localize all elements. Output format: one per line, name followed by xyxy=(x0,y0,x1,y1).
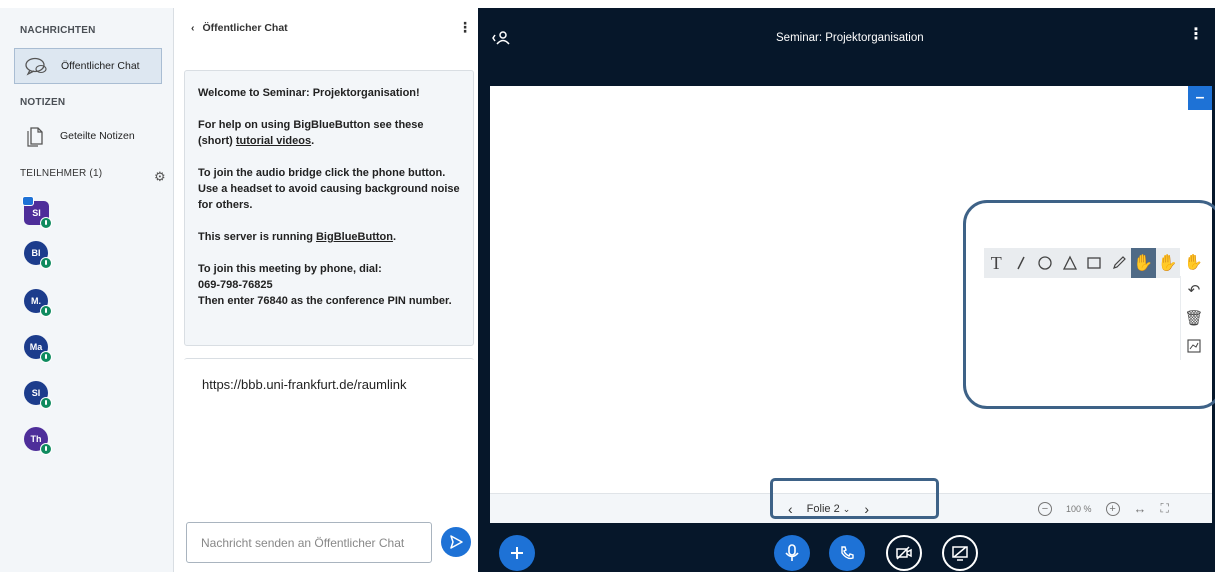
welcome-message: Welcome to Seminar: Projektorganisation!… xyxy=(184,70,474,346)
public-chat-label: Öffentlicher Chat xyxy=(61,60,140,72)
microphone-icon xyxy=(40,305,52,317)
room-link-text: https://bbb.uni-frankfurt.de/raumlink xyxy=(180,360,478,450)
fit-width-button[interactable]: ↔ xyxy=(1134,501,1147,516)
chat-message-input[interactable]: Nachricht senden an Öffentlicher Chat xyxy=(186,522,432,563)
microphone-icon xyxy=(40,351,52,363)
chat-back-button[interactable]: ‹ Öffentlicher Chat xyxy=(191,22,288,34)
bigbluebutton-link[interactable]: BigBlueButton xyxy=(316,231,393,243)
participant[interactable]: Ma xyxy=(24,335,52,363)
zoom-in-button[interactable]: + xyxy=(1105,501,1120,516)
help-text: For help on using BigBlueButton see thes… xyxy=(198,119,424,147)
microphone-icon xyxy=(785,544,799,561)
phone-pin: Then enter 76840 as the conference PIN n… xyxy=(198,295,452,307)
fullscreen-button[interactable]: ⛶ xyxy=(1161,501,1169,516)
meeting-title: Seminar: Projektorganisation xyxy=(776,32,924,44)
participant[interactable]: Th xyxy=(24,427,52,455)
leave-audio-button[interactable] xyxy=(829,535,865,571)
sidebar-item-public-chat[interactable]: Öffentlicher Chat xyxy=(14,48,162,84)
chat-title: Öffentlicher Chat xyxy=(202,22,288,34)
plus-icon xyxy=(511,547,523,559)
notes-icon xyxy=(22,124,48,148)
slide-navigation-highlight xyxy=(770,478,939,519)
participant[interactable]: M. xyxy=(24,289,52,317)
minimize-presentation-button[interactable]: – xyxy=(1188,86,1212,110)
shared-notes-label: Geteilte Notizen xyxy=(60,130,135,142)
participant[interactable]: SI xyxy=(22,196,52,229)
tutorial-link[interactable]: tutorial videos xyxy=(236,135,311,147)
options-menu-button[interactable]: ⋮ xyxy=(1188,27,1204,43)
participant[interactable]: SI xyxy=(24,381,52,409)
share-webcam-button[interactable] xyxy=(886,535,922,571)
zoom-level: 100 % xyxy=(1066,503,1092,514)
share-screen-button[interactable] xyxy=(942,535,978,571)
chat-panel: ‹ Öffentlicher Chat ⋮ Welcome to Seminar… xyxy=(175,8,480,572)
user-list-panel: NACHRICHTEN Öffentlicher Chat NOTIZEN Ge… xyxy=(0,8,174,572)
actions-button[interactable] xyxy=(499,535,535,571)
chat-icon xyxy=(23,54,49,78)
camera-off-icon xyxy=(896,546,912,560)
chevron-left-icon: ‹ xyxy=(191,22,195,34)
participant[interactable]: BI xyxy=(24,241,52,269)
server-text: This server is running BigBlueButton. xyxy=(198,231,397,243)
mute-button[interactable] xyxy=(774,535,810,571)
sidebar-item-shared-notes[interactable]: Geteilte Notizen xyxy=(14,118,162,154)
zoom-out-button[interactable]: − xyxy=(1038,501,1052,516)
microphone-icon xyxy=(40,257,52,269)
chat-options-button[interactable]: ⋮ xyxy=(458,20,472,34)
notes-section-title: NOTIZEN xyxy=(20,97,66,108)
send-icon xyxy=(450,535,463,549)
phone-number: 069-798-76825 xyxy=(198,279,273,291)
messages-section-title: NACHRICHTEN xyxy=(20,25,96,36)
microphone-icon xyxy=(40,217,52,229)
user-icon xyxy=(492,31,510,45)
phone-info: To join this meeting by phone, dial: 069… xyxy=(198,261,461,309)
gear-icon[interactable]: ⚙ xyxy=(154,169,166,185)
phone-icon xyxy=(841,546,854,560)
audio-text: To join the audio bridge click the phone… xyxy=(198,167,460,211)
toggle-userlist-button[interactable] xyxy=(492,30,510,49)
send-button[interactable] xyxy=(441,527,471,557)
presenter-icon xyxy=(22,196,34,206)
toolbar-highlight xyxy=(963,200,1215,409)
microphone-icon xyxy=(40,397,52,409)
screen-share-off-icon xyxy=(952,546,968,561)
participants-section-title: TEILNEHMER (1) xyxy=(20,168,103,179)
microphone-icon xyxy=(40,443,52,455)
welcome-line: Welcome to Seminar: Projektorganisation! xyxy=(198,87,420,99)
zoom-controls: − 100 % + ↔ ⛶ xyxy=(1038,501,1169,516)
